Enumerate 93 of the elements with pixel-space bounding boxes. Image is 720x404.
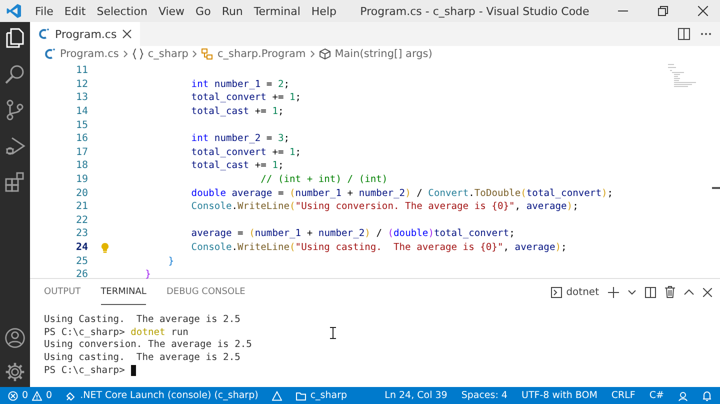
error-icon (8, 390, 18, 400)
scrollbar-marker (712, 187, 720, 189)
extensions-icon[interactable] (3, 170, 27, 194)
new-terminal-icon[interactable] (608, 286, 619, 298)
code-line: total_convert += 1; (190, 146, 302, 158)
code-line: Console.WriteLine("Using casting. The average is {0}", average); (190, 242, 567, 254)
close-icon[interactable] (703, 288, 712, 296)
status-item[interactable]: CRLF (611, 390, 636, 401)
terminal-line: Using casting. The average is 2.5 (44, 352, 240, 364)
split-editor-icon[interactable] (678, 28, 690, 40)
terminal-line: Using conversion. The average is 2.5 (44, 339, 252, 350)
line-number: 14 (74, 106, 88, 118)
chevron-up-icon[interactable] (684, 289, 694, 295)
restore-icon[interactable] (658, 6, 668, 16)
line-number: 19 (74, 174, 88, 186)
launch-config[interactable]: .NET Core Launch (console) (c_sharp) (66, 390, 258, 401)
settings-icon[interactable] (4, 361, 26, 383)
csharp-file-icon (38, 28, 50, 40)
line-number: 26 (74, 269, 88, 280)
more-actions-icon[interactable] (700, 32, 712, 36)
status-item[interactable]: Spaces: 4 (461, 390, 508, 401)
line-number: 11 (74, 65, 88, 76)
folder-icon (296, 390, 306, 400)
breadcrumb-item[interactable]: c_sharp (148, 48, 188, 60)
csharp-file-icon (44, 48, 56, 60)
bell-icon[interactable] (702, 390, 712, 400)
code-line: } (167, 256, 174, 267)
editor-tab[interactable]: Program.cs (30, 22, 140, 46)
chevron-right-icon (310, 50, 315, 58)
breadcrumb-item[interactable]: c_sharp.Program (217, 48, 306, 60)
line-number: 25 (74, 256, 88, 267)
line-number: 17 (74, 146, 88, 158)
cube-icon (318, 48, 331, 60)
line-number: 20 (74, 188, 88, 199)
code-line: } (144, 269, 151, 280)
breadcrumb-item[interactable]: Program.cs (60, 48, 119, 60)
code-line: total_cast += 1; (190, 160, 284, 172)
close-icon[interactable] (698, 6, 708, 16)
code-line: total_convert += 1; (190, 92, 302, 104)
window-title: Program.cs - c_sharp - Visual Studio Code (359, 4, 590, 18)
text-cursor-icon (330, 327, 336, 339)
menu-item[interactable]: Go (190, 4, 216, 18)
line-number: 21 (74, 201, 88, 212)
line-number: 13 (74, 92, 88, 104)
line-number: 16 (74, 133, 88, 144)
terminal-line: Using Casting. The average is 2.5 (44, 314, 240, 325)
problems-indicator[interactable]: 0 0 (8, 390, 52, 401)
code-line: int number_2 = 3; (190, 133, 290, 144)
chevron-right-icon (122, 50, 128, 58)
warning-icon (32, 390, 42, 400)
feedback-icon[interactable] (678, 390, 688, 400)
panel-tab[interactable]: TERMINAL (100, 279, 146, 305)
line-number: 22 (74, 214, 88, 226)
terminal-line: PS C:\c_sharp> dotnet run (44, 326, 188, 338)
split-terminal-icon[interactable] (645, 286, 656, 298)
triangle-icon[interactable] (272, 390, 282, 400)
code-line: Console.WriteLine("Using conversion. The average is {0}", average); (190, 201, 578, 212)
trash-icon[interactable] (665, 286, 675, 298)
menu-item[interactable]: Run (216, 4, 248, 18)
line-number: 15 (74, 120, 88, 131)
menu-item[interactable]: Terminal (248, 4, 306, 18)
code-line: average = (number_1 + number_2) / (double)total_convert; (190, 228, 515, 240)
panel-tab[interactable]: OUTPUT (44, 279, 81, 305)
account-icon[interactable] (4, 327, 26, 349)
panel-tab[interactable]: DEBUG CONSOLE (166, 279, 246, 305)
menu-item[interactable]: Selection (92, 4, 152, 18)
class-icon (201, 48, 214, 60)
tool-icon (66, 390, 76, 400)
chevron-down-icon[interactable] (628, 290, 636, 294)
terminal-icon (551, 286, 562, 298)
menu-item[interactable]: Help (306, 4, 342, 18)
menu-item[interactable]: View (153, 4, 190, 18)
breadcrumb-item[interactable]: Main(string[] args) (334, 48, 432, 60)
code-line: total_cast += 1; (190, 106, 284, 118)
vscode-logo-icon (6, 3, 22, 19)
terminal-line: PS C:\c_sharp> (44, 365, 126, 376)
line-number: 12 (74, 78, 88, 90)
menu-item[interactable]: Edit (59, 4, 91, 18)
close-icon[interactable] (122, 29, 132, 39)
braces-icon (132, 48, 144, 60)
code-line: double average = (number_1 + number_2) / Convert.ToDouble(total_convert); (190, 188, 614, 199)
status-item[interactable]: Ln 24, Col 39 (384, 390, 448, 401)
line-number: 18 (74, 160, 88, 172)
menu-item[interactable]: File (30, 4, 58, 18)
status-item[interactable]: C# (649, 390, 664, 401)
terminal-selector[interactable]: dotnet (551, 286, 599, 298)
line-number: 24 (74, 242, 88, 254)
line-number: 23 (74, 228, 88, 240)
code-line: int number_1 = 2; (190, 78, 290, 90)
code-line: // (int + int) / (int) (260, 174, 388, 186)
status-item[interactable]: UTF-8 with BOM (521, 390, 598, 401)
folder-item[interactable]: c_sharp (296, 390, 348, 401)
chevron-right-icon (192, 50, 198, 58)
